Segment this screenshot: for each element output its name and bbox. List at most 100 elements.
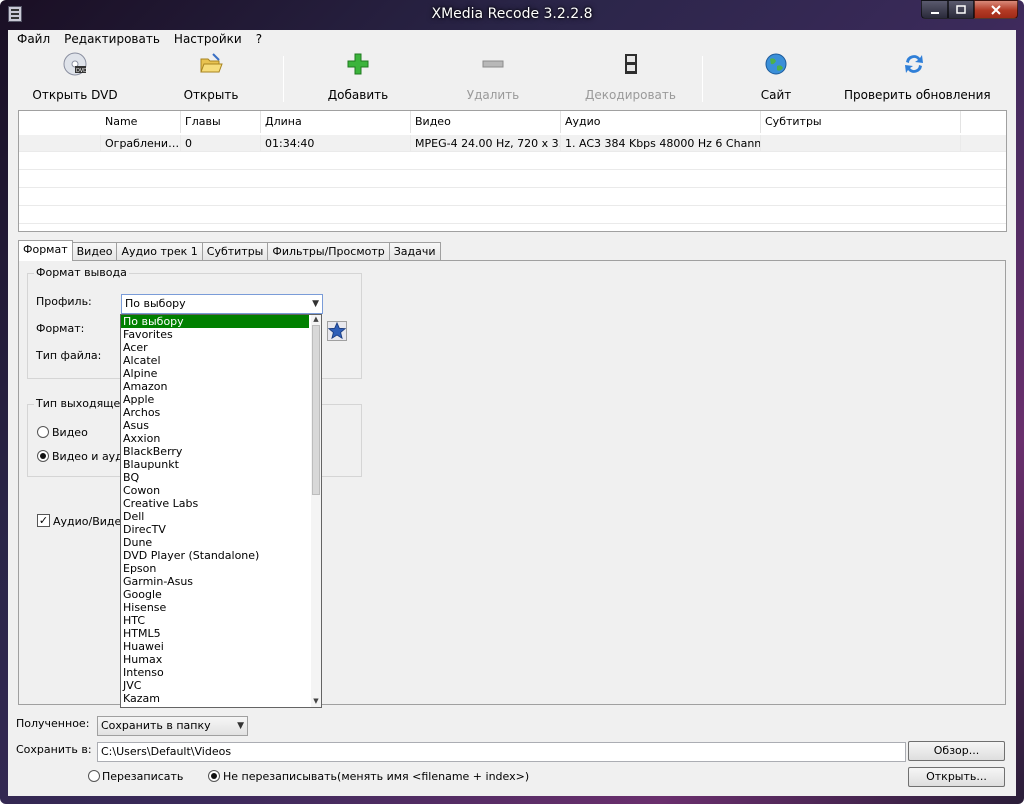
radio-video-audio[interactable] — [37, 450, 49, 462]
check-updates-label: Проверить обновления — [844, 88, 991, 102]
profile-option[interactable]: HTML5 — [121, 627, 321, 640]
toolbar: DVD Открыть DVD Открыть Добавить Удалить… — [8, 48, 1016, 104]
file-list-table[interactable]: Name Главы Длина Видео Аудио Субтитры Ог… — [18, 110, 1007, 232]
audio-video-checkbox[interactable]: ✓ — [37, 514, 50, 527]
radio-overwrite-label: Перезаписать — [102, 770, 184, 783]
scrollbar-thumb[interactable] — [312, 325, 320, 495]
profile-option[interactable]: Garmin-Asus — [121, 575, 321, 588]
menu-edit[interactable]: Редактировать — [57, 30, 167, 48]
profile-option[interactable]: BlackBerry — [121, 445, 321, 458]
empty-row — [19, 171, 1006, 188]
profile-option[interactable]: Dune — [121, 536, 321, 549]
profile-option[interactable]: Humax — [121, 653, 321, 666]
file-type-label: Тип файла: — [36, 349, 102, 362]
scroll-down-icon[interactable]: ▼ — [311, 697, 321, 707]
column-header-video[interactable]: Видео — [411, 111, 561, 133]
tab-format[interactable]: Формат — [18, 240, 73, 261]
profile-option[interactable]: Epson — [121, 562, 321, 575]
dvd-disc-icon: DVD — [63, 52, 87, 76]
table-row[interactable]: Ограблени… 0 01:34:40 MPEG-4 24.00 Hz, 7… — [19, 135, 1006, 152]
menu-file[interactable]: Файл — [10, 30, 57, 48]
radio-no-overwrite[interactable] — [208, 770, 220, 782]
profile-option[interactable]: Google — [121, 588, 321, 601]
profile-option[interactable]: Apple — [121, 393, 321, 406]
profile-option[interactable]: Creative Labs — [121, 497, 321, 510]
format-label: Формат: — [36, 322, 85, 335]
profile-option[interactable]: BQ — [121, 471, 321, 484]
profile-option[interactable]: DVD Player (Standalone) — [121, 549, 321, 562]
svg-text:DVD: DVD — [76, 68, 87, 74]
website-button[interactable]: Сайт — [736, 48, 816, 104]
profile-option[interactable]: По выбору — [121, 315, 309, 328]
scroll-up-icon[interactable]: ▲ — [311, 315, 321, 325]
output-mode-select[interactable]: Сохранить в папку ▼ — [97, 716, 248, 736]
toolbar-separator — [702, 56, 703, 102]
received-label: Полученное: — [16, 717, 90, 730]
profile-option[interactable]: Hisense — [121, 601, 321, 614]
profile-option[interactable]: Archos — [121, 406, 321, 419]
profile-option[interactable]: Alcatel — [121, 354, 321, 367]
folder-open-icon — [200, 53, 223, 73]
menu-settings[interactable]: Настройки — [167, 30, 249, 48]
favorite-star-button[interactable] — [327, 321, 347, 341]
open-folder-button[interactable]: Открыть... — [908, 767, 1005, 787]
client-area: Файл Редактировать Настройки ? DVD Откры… — [8, 30, 1016, 796]
browse-button[interactable]: Обзор... — [908, 741, 1005, 761]
radio-video[interactable] — [37, 426, 49, 438]
profile-option[interactable]: Axxion — [121, 432, 321, 445]
profile-option[interactable]: Cowon — [121, 484, 321, 497]
cell-name: Ограблени… — [101, 135, 181, 152]
save-path-input[interactable]: C:\Users\Default\Videos — [97, 742, 906, 762]
profile-option[interactable]: Alpine — [121, 367, 321, 380]
profile-option[interactable]: Dell — [121, 510, 321, 523]
profile-option[interactable]: Intenso — [121, 666, 321, 679]
save-to-label: Сохранить в: — [16, 743, 92, 756]
window-controls — [921, 0, 1018, 20]
radio-overwrite[interactable] — [88, 770, 100, 782]
app-window: XMedia Recode 3.2.2.8 Файл Редактировать… — [0, 0, 1024, 804]
minimize-icon — [930, 11, 939, 14]
open-label: Открыть — [183, 88, 239, 102]
profile-option[interactable]: Kazam — [121, 692, 321, 705]
column-header-name[interactable]: Name — [101, 111, 181, 133]
remove-button[interactable]: Удалить — [448, 48, 538, 104]
refresh-icon — [905, 55, 923, 73]
empty-row — [19, 189, 1006, 206]
toolbar-separator — [283, 56, 284, 102]
profile-option[interactable]: DirecTV — [121, 523, 321, 536]
profile-option[interactable]: HTC — [121, 614, 321, 627]
profile-option[interactable]: Acer — [121, 341, 321, 354]
maximize-button[interactable] — [948, 0, 974, 19]
tab-subtitles[interactable]: Субтитры — [201, 242, 269, 261]
profile-option[interactable]: Amazon — [121, 380, 321, 393]
profile-label: Профиль: — [36, 295, 92, 308]
column-header-length[interactable]: Длина — [261, 111, 411, 133]
profile-option[interactable]: Blaupunkt — [121, 458, 321, 471]
tab-jobs[interactable]: Задачи — [388, 242, 441, 261]
menu-bar: Файл Редактировать Настройки ? — [8, 30, 1016, 48]
tab-video[interactable]: Видео — [71, 242, 118, 261]
profile-option[interactable]: Favorites — [121, 328, 321, 341]
cell-video: MPEG-4 24.00 Hz, 720 x 3… — [411, 135, 561, 152]
title-bar[interactable]: XMedia Recode 3.2.2.8 — [0, 0, 1024, 30]
menu-help[interactable]: ? — [249, 30, 269, 48]
decode-button[interactable]: Декодировать — [578, 48, 683, 104]
column-header-subtitles[interactable]: Субтитры — [761, 111, 961, 133]
open-dvd-button[interactable]: DVD Открыть DVD — [30, 48, 120, 104]
dropdown-scrollbar[interactable]: ▲ ▼ — [311, 315, 321, 707]
output-mode-value: Сохранить в папку — [101, 719, 211, 732]
profile-select[interactable]: По выбору ▼ — [121, 294, 323, 314]
column-header-audio[interactable]: Аудио — [561, 111, 761, 133]
profile-option[interactable]: Huawei — [121, 640, 321, 653]
tab-filters-preview[interactable]: Фильтры/Просмотр — [267, 242, 390, 261]
minimize-button[interactable] — [921, 0, 948, 19]
open-button[interactable]: Открыть — [171, 48, 251, 104]
close-button[interactable] — [974, 0, 1018, 19]
profile-option[interactable]: Asus — [121, 419, 321, 432]
tab-audio-track-1[interactable]: Аудио трек 1 — [116, 242, 203, 261]
add-button[interactable]: Добавить — [313, 48, 403, 104]
column-header-chapters[interactable]: Главы — [181, 111, 261, 133]
profile-dropdown-list[interactable]: По выбору Favorites Acer Alcatel Alpine Amazo… — [120, 314, 322, 708]
profile-option[interactable]: JVC — [121, 679, 321, 692]
check-updates-button[interactable]: Проверить обновления — [844, 48, 991, 104]
